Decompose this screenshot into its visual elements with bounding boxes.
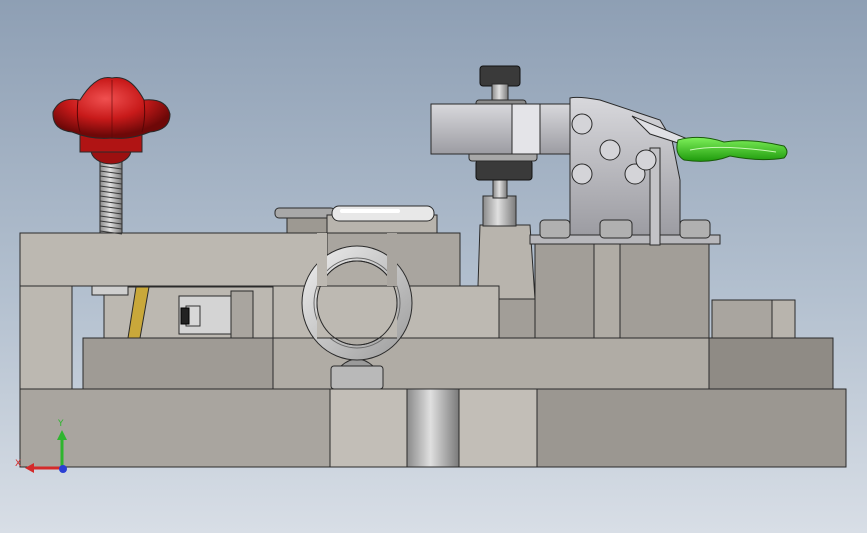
left-pocket xyxy=(91,284,274,339)
y-axis-label: Y xyxy=(57,419,64,429)
x-axis-label: X xyxy=(15,459,21,469)
z-axis-dot xyxy=(59,465,67,473)
clamp-base-studs xyxy=(539,219,711,239)
cad-viewport[interactable]: Y X xyxy=(0,0,867,533)
threaded-stud[interactable] xyxy=(99,159,123,235)
star-knob[interactable] xyxy=(52,76,171,165)
toggle-clamp[interactable] xyxy=(430,65,721,246)
left-support-leg[interactable] xyxy=(19,285,73,390)
slotted-cap[interactable] xyxy=(274,205,438,234)
assembly-view[interactable]: Y X xyxy=(0,0,867,533)
base-plate[interactable] xyxy=(19,388,847,468)
